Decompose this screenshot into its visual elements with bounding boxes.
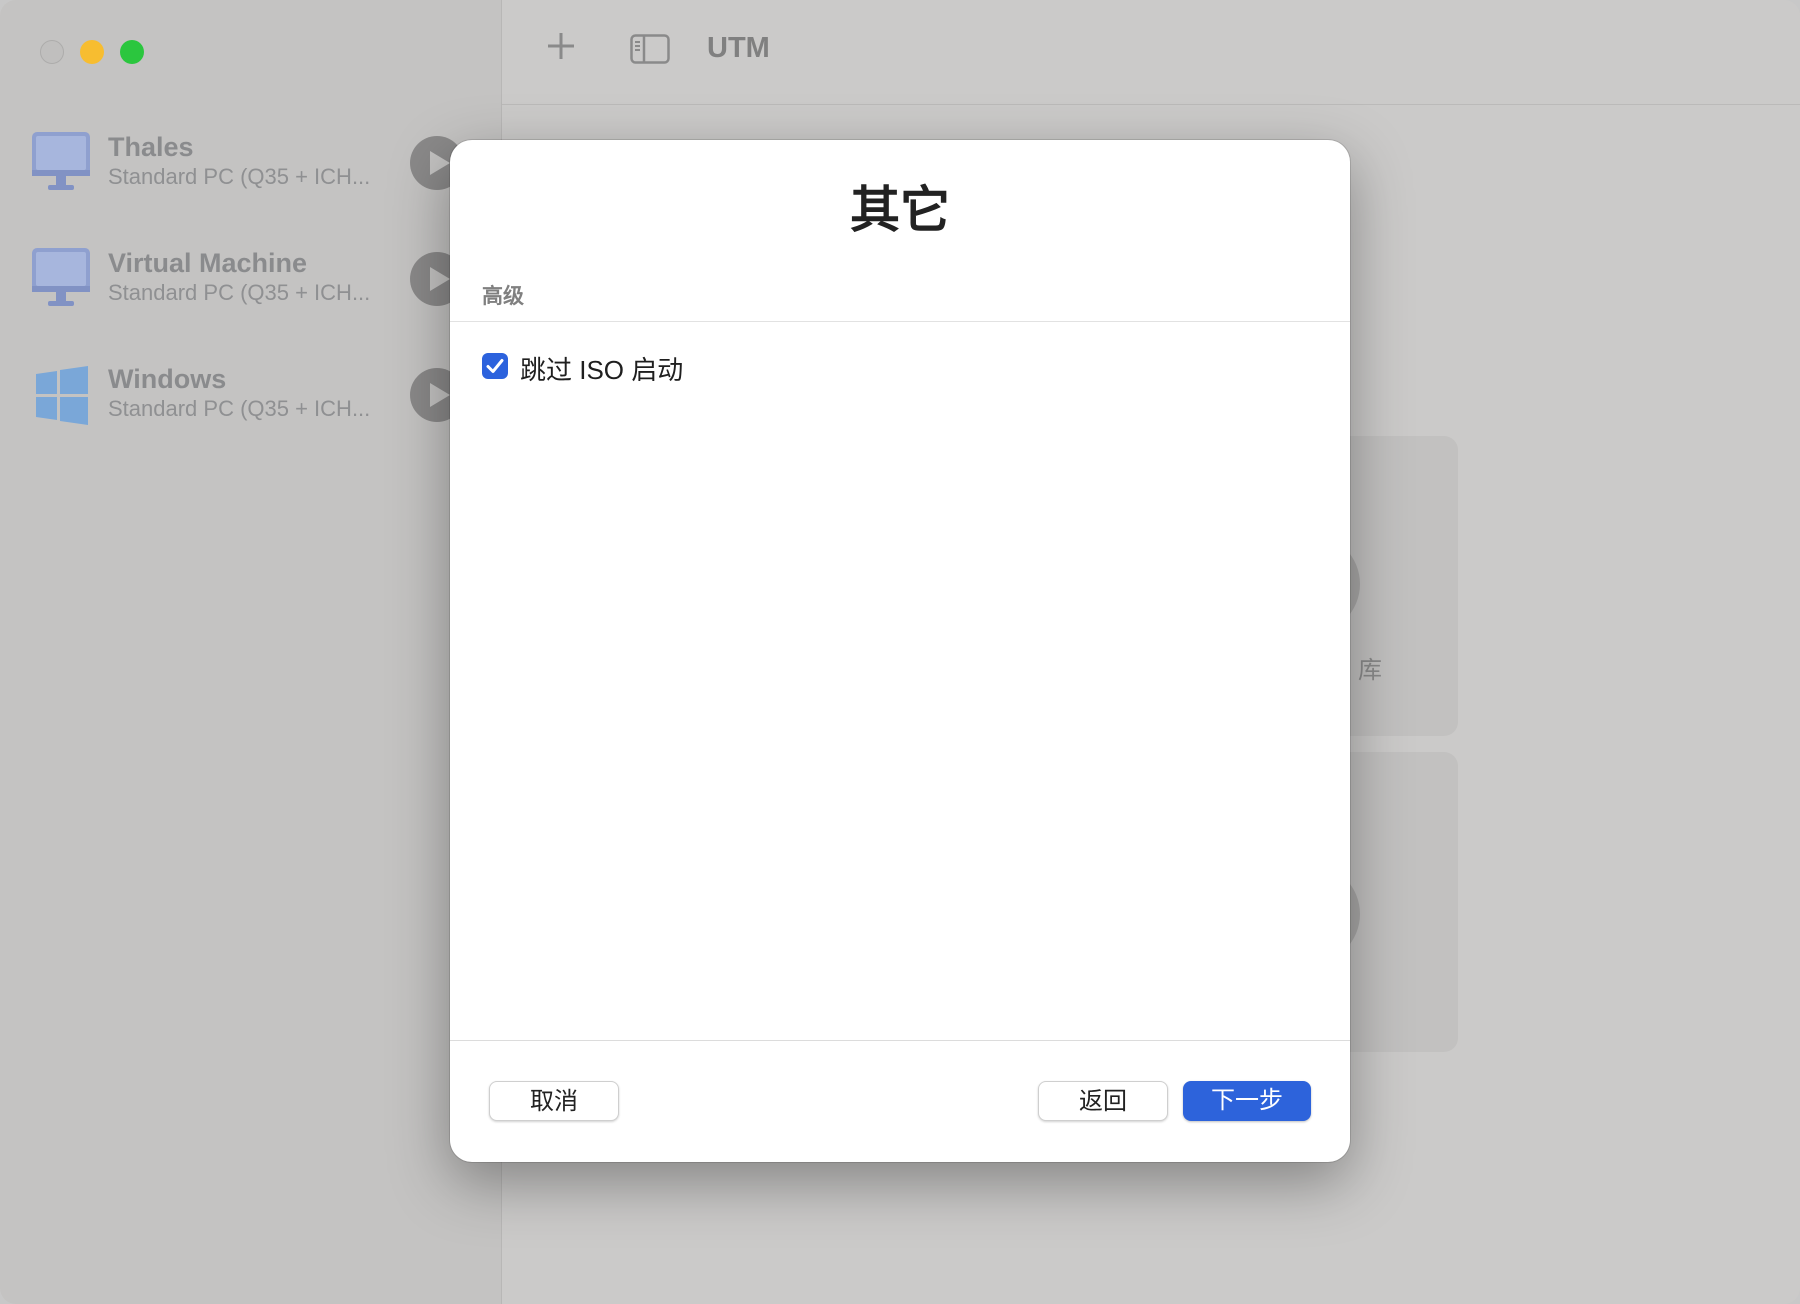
vm-subtitle: Standard PC (Q35 + ICH... — [108, 396, 371, 421]
new-vm-dialog: 其它 高级 跳过 ISO 启动 取消 返回 下一步 — [450, 140, 1350, 1162]
cancel-button[interactable]: 取消 — [489, 1081, 619, 1121]
toolbar: UTM — [502, 0, 1800, 105]
vm-item-thales[interactable]: Thales Standard PC (Q35 + ICH... — [30, 130, 470, 210]
minimize-window-button[interactable] — [80, 40, 104, 64]
vm-subtitle: Standard PC (Q35 + ICH... — [108, 280, 371, 305]
divider — [450, 321, 1350, 322]
window-title: UTM — [707, 32, 770, 64]
maximize-window-button[interactable] — [120, 40, 144, 64]
sidebar: Thales Standard PC (Q35 + ICH... Virtual… — [0, 0, 502, 1304]
close-window-button[interactable] — [40, 40, 64, 64]
windows-logo-icon — [36, 366, 88, 425]
vm-name: Windows — [108, 364, 227, 394]
section-header-advanced: 高级 — [482, 285, 524, 308]
next-button[interactable]: 下一步 — [1183, 1081, 1311, 1121]
vm-name: Virtual Machine — [108, 248, 308, 278]
back-button[interactable]: 返回 — [1038, 1081, 1168, 1121]
vm-item-windows[interactable]: Windows Standard PC (Q35 + ICH... — [30, 362, 470, 442]
dialog-title: 其它 — [850, 182, 950, 238]
monitor-icon — [32, 132, 90, 190]
monitor-icon — [32, 248, 90, 306]
skip-iso-boot-checkbox[interactable] — [482, 353, 508, 379]
background-card-label: 库 — [1358, 657, 1382, 684]
plus-icon[interactable] — [545, 30, 577, 62]
sidebar-icon[interactable] — [630, 34, 670, 64]
vm-item-virtual-machine[interactable]: Virtual Machine Standard PC (Q35 + ICH..… — [30, 246, 470, 326]
checkmark-icon — [486, 359, 504, 373]
divider — [450, 1040, 1350, 1041]
vm-subtitle: Standard PC (Q35 + ICH... — [108, 164, 371, 189]
skip-iso-boot-label: 跳过 ISO 启动 — [520, 355, 684, 385]
utm-window: Thales Standard PC (Q35 + ICH... Virtual… — [0, 0, 1800, 1304]
vm-name: Thales — [108, 132, 194, 162]
